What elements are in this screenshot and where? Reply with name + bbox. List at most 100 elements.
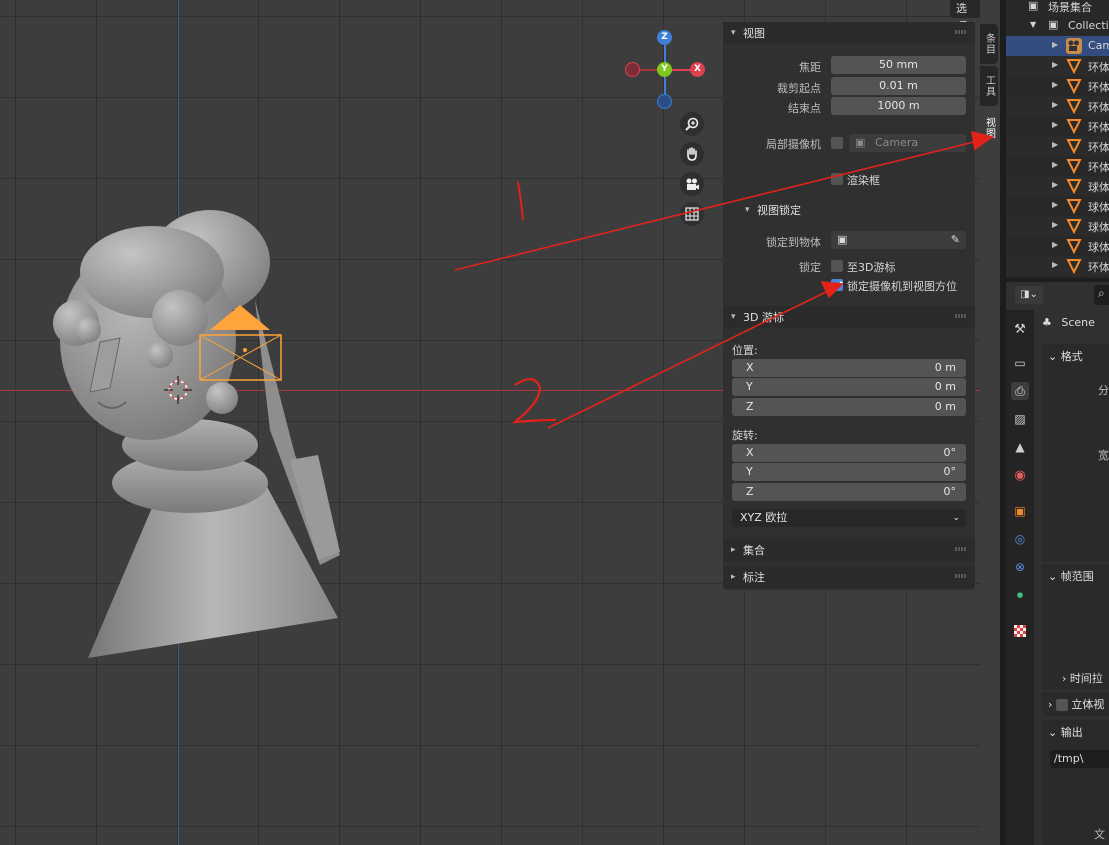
expand-arrow-icon[interactable]: ▶ <box>1052 160 1058 169</box>
cursor-location-x[interactable]: X0 m <box>732 359 966 377</box>
expand-arrow-icon[interactable]: ▶ <box>1052 60 1058 69</box>
mesh-object-icon <box>1066 158 1082 177</box>
scene-name: Scene <box>1061 316 1095 329</box>
render-border-checkbox[interactable] <box>831 173 843 185</box>
search-field[interactable]: ⌕ <box>1094 285 1109 305</box>
scene-collection-row[interactable]: ▣ 场景集合 <box>1006 0 1109 16</box>
wrench-icon: ⚒ <box>1014 321 1026 337</box>
tab-item[interactable]: 条目 <box>980 24 998 64</box>
output-path-field[interactable]: /tmp\ <box>1050 750 1109 768</box>
gizmo-neg-x-axis[interactable] <box>625 62 640 77</box>
output-header[interactable]: ⌄ 输出 <box>1048 724 1083 740</box>
object-icon: ▣ <box>837 233 848 246</box>
time-stretch-subheader[interactable]: › 时间拉 <box>1062 670 1103 686</box>
tab-view[interactable]: 视图 <box>980 108 998 148</box>
frame-range-header[interactable]: ⌄ 帧范围 <box>1048 568 1094 584</box>
local-camera-checkbox[interactable] <box>831 137 843 149</box>
view-lock-header[interactable]: ▾ 视图锁定 <box>723 199 975 221</box>
tool-tab[interactable]: ⚒ <box>1011 320 1029 338</box>
outliner-item-row[interactable]: ▶ 环体 <box>1006 256 1109 276</box>
expand-arrow-icon[interactable]: ▶ <box>1052 260 1058 269</box>
expand-arrow-icon[interactable]: ▶ <box>1052 140 1058 149</box>
constraints-tab[interactable]: ◎ <box>1011 530 1029 548</box>
clip-start-field[interactable]: 0.01 m <box>831 77 966 95</box>
object-tab[interactable]: ▣ <box>1011 502 1029 520</box>
output-tab[interactable]: ⎙ <box>1011 382 1029 400</box>
pan-button[interactable] <box>680 142 704 166</box>
expand-arrow-icon[interactable]: ▶ <box>1052 200 1058 209</box>
outliner-item-row[interactable]: ▶ 环体 <box>1006 156 1109 176</box>
annotations-header[interactable]: ▸ 标注 <box>723 566 975 588</box>
view-section-header[interactable]: ▾ 视图 <box>723 22 975 44</box>
outliner-item-row[interactable]: ▶ 环体 <box>1006 56 1109 76</box>
format-header[interactable]: ⌄ 格式 <box>1048 348 1083 364</box>
texture-tab[interactable] <box>1011 622 1029 640</box>
lock-to-3d-cursor-checkbox[interactable] <box>831 260 843 272</box>
outliner-panel: ▣ 场景集合 ▼ ▣ Collecti ▶ Cam ▶ 环体 ▶ 环体 ▶ 环体 ▶ 环体 ▶ 环体 ▶… <box>1006 0 1109 278</box>
expand-arrow-icon[interactable]: ▶ <box>1052 180 1058 189</box>
outliner-item-label: 环体 <box>1088 121 1109 134</box>
outliner-item-row[interactable]: ▶ 环体 <box>1006 116 1109 136</box>
chevron-down-icon: ⌄ <box>1048 570 1058 583</box>
drag-grip-icon[interactable] <box>955 314 967 318</box>
lock-to-object-field[interactable]: ▣ ✎ <box>831 231 966 249</box>
outliner-item-row[interactable]: ▶ Cam <box>1006 36 1109 56</box>
scene-collection-label: 场景集合 <box>1048 1 1092 14</box>
lock-camera-to-view-checkbox[interactable] <box>831 279 843 291</box>
outliner-item-row[interactable]: ▶ 环体 <box>1006 76 1109 96</box>
scene-tab[interactable]: ▲ <box>1011 438 1029 456</box>
gizmo-z-axis[interactable]: Z <box>657 30 672 45</box>
stereoscopy-checkbox[interactable] <box>1055 699 1068 711</box>
options-dropdown[interactable]: 选项⌄ <box>950 0 980 51</box>
cursor-rotation-z[interactable]: Z 0° <box>732 483 966 501</box>
scene-icon: ▲ <box>1015 440 1025 454</box>
editor-type-dropdown[interactable]: ◨⌄ <box>1015 286 1043 304</box>
drag-grip-icon[interactable] <box>955 574 967 578</box>
view-layer-tab[interactable]: ▨ <box>1011 410 1029 428</box>
navigation-gizmo[interactable]: Z Y X <box>620 28 710 109</box>
expand-arrow-icon[interactable]: ▶ <box>1052 80 1058 89</box>
properties-editor: ◨⌄ ⌕ ⚒ ▭ ⎙ ▨ ▲ ◉ ▣ ◎ ⊗ ⏺ ♣ Scene ⌄ 格式 分 … <box>1006 282 1109 845</box>
drag-grip-icon[interactable] <box>955 547 967 551</box>
image-icon: ▨ <box>1014 412 1026 426</box>
camera-view-button[interactable] <box>680 172 704 196</box>
outliner-item-row[interactable]: ▶ 球体 <box>1006 196 1109 216</box>
clip-end-field[interactable]: 1000 m <box>831 97 966 115</box>
drag-grip-icon[interactable] <box>955 30 967 34</box>
cursor-location-z[interactable]: Z0 m <box>732 398 966 416</box>
rotation-mode-dropdown[interactable]: XYZ 欧拉 ⌄ <box>732 509 966 527</box>
object-data-tab[interactable]: ⏺ <box>1011 586 1029 604</box>
collection-row[interactable]: ▼ ▣ Collecti <box>1006 16 1109 36</box>
3d-cursor-title: 3D 游标 <box>743 311 784 324</box>
chevron-down-icon: ▾ <box>731 28 736 38</box>
cursor-rotation-y[interactable]: Y 0° <box>732 463 966 481</box>
expand-arrow-icon[interactable]: ▶ <box>1052 240 1058 249</box>
gizmo-neg-z-axis[interactable] <box>657 94 672 109</box>
scene-context: ♣ Scene <box>1042 316 1095 329</box>
outliner-item-row[interactable]: ▶ 环体 <box>1006 136 1109 156</box>
expand-arrow-icon[interactable]: ▶ <box>1052 120 1058 129</box>
cursor-rotation-x[interactable]: X 0° <box>732 444 966 462</box>
expand-arrow-icon[interactable]: ▶ <box>1052 40 1058 49</box>
outliner-item-row[interactable]: ▶ 环体 <box>1006 96 1109 116</box>
world-tab[interactable]: ◉ <box>1011 466 1029 484</box>
outliner-item-row[interactable]: ▶ 球体 <box>1006 176 1109 196</box>
stereoscopy-header[interactable]: › 立体视 <box>1048 696 1104 712</box>
cursor-location-y[interactable]: Y0 m <box>732 378 966 396</box>
expand-arrow-icon[interactable]: ▶ <box>1052 100 1058 109</box>
eyedropper-icon[interactable]: ✎ <box>951 231 960 249</box>
3d-cursor-header[interactable]: ▾ 3D 游标 <box>723 306 975 328</box>
render-tab[interactable]: ▭ <box>1011 354 1029 372</box>
modifiers-tab[interactable]: ⊗ <box>1011 558 1029 576</box>
gizmo-y-axis[interactable]: Y <box>657 62 672 77</box>
expand-arrow-icon[interactable]: ▶ <box>1052 220 1058 229</box>
collections-header[interactable]: ▸ 集合 <box>723 539 975 561</box>
zoom-button[interactable] <box>680 112 704 136</box>
focal-length-field[interactable]: 50 mm <box>831 56 966 74</box>
outliner-item-row[interactable]: ▶ 球体 <box>1006 236 1109 256</box>
tab-tool[interactable]: 工具 <box>980 66 998 106</box>
local-camera-field[interactable]: ▣ Camera <box>849 134 966 152</box>
gizmo-x-axis[interactable]: X <box>690 62 705 77</box>
outliner-item-row[interactable]: ▶ 球体 <box>1006 216 1109 236</box>
ortho-toggle-button[interactable] <box>680 202 704 226</box>
